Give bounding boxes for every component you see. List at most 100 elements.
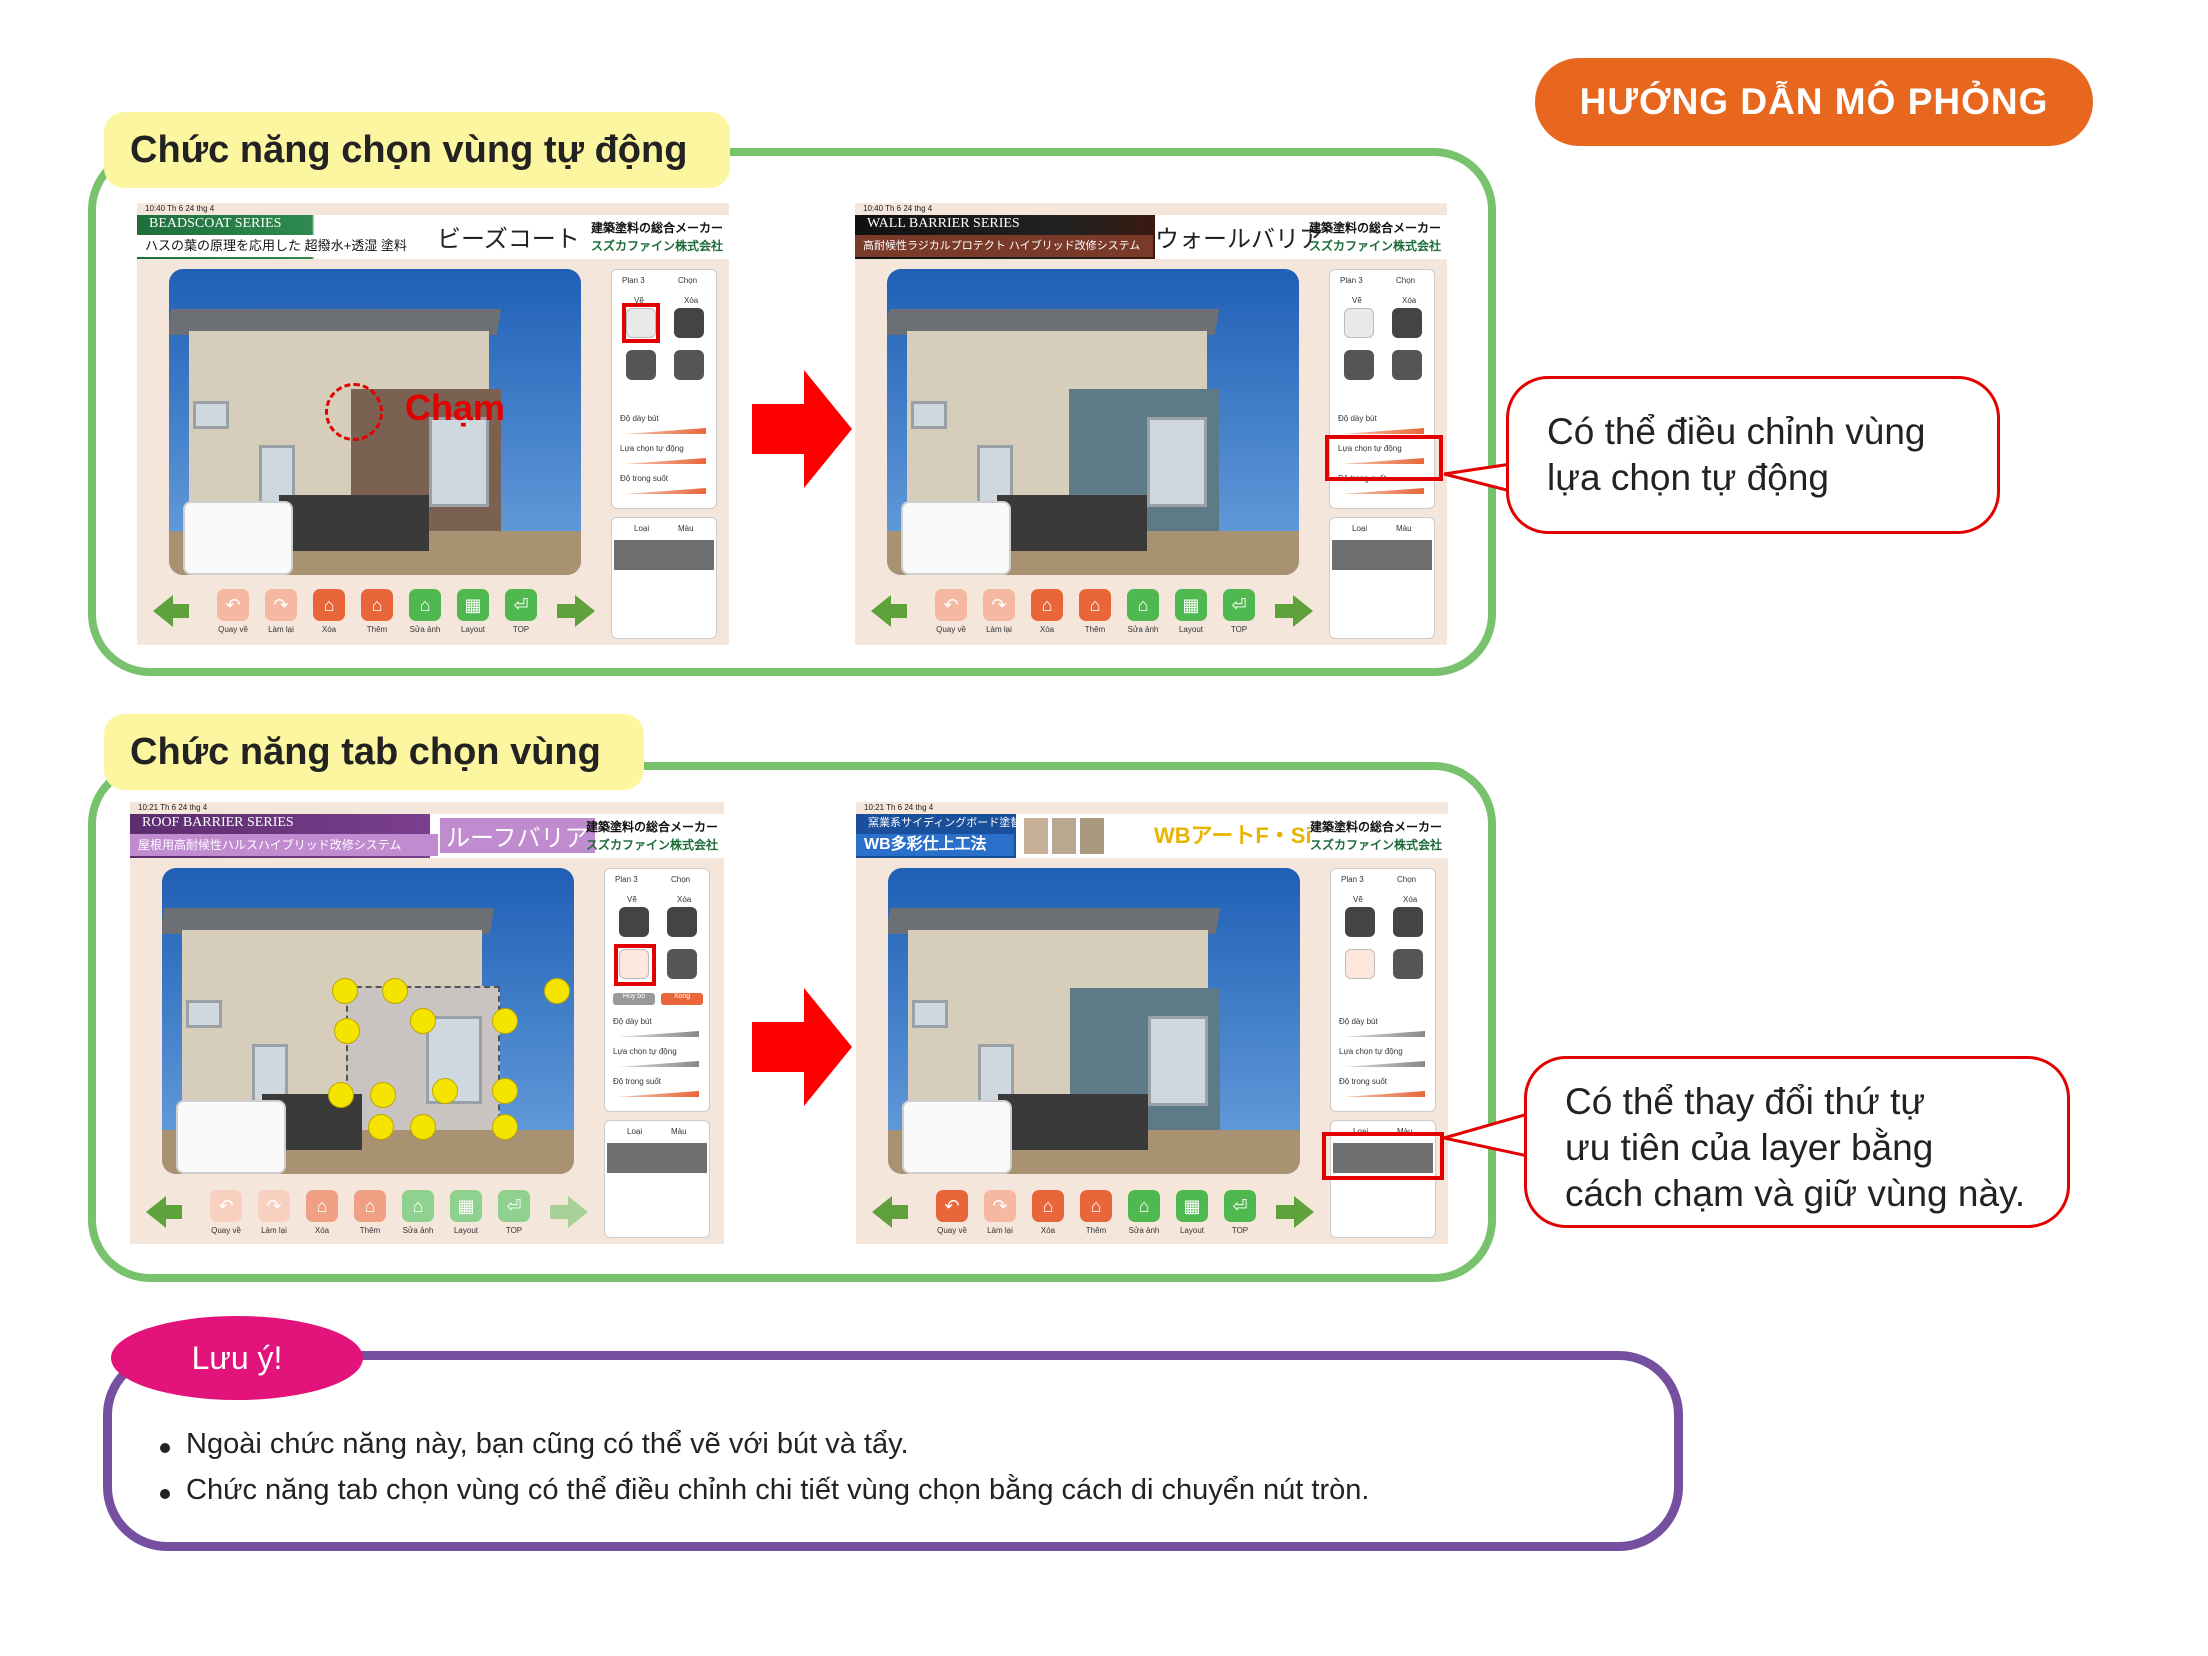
handle-dot[interactable] bbox=[432, 1078, 458, 1104]
handle-dot[interactable] bbox=[332, 978, 358, 1004]
undo-button[interactable]: ↶ bbox=[217, 589, 249, 621]
transparency-slider[interactable] bbox=[624, 488, 706, 494]
next-arrow-icon[interactable] bbox=[1293, 595, 1313, 627]
pen-icon[interactable] bbox=[1345, 907, 1375, 937]
delete-button[interactable]: ⌂ bbox=[1031, 589, 1063, 621]
auto-select-icon[interactable] bbox=[1344, 350, 1374, 380]
status-bar: 10:40 Th 6 24 thg 4 bbox=[145, 204, 215, 213]
eraser-icon[interactable] bbox=[1393, 907, 1423, 937]
section-tab-select-title: Chức năng tab chọn vùng bbox=[104, 714, 644, 790]
redo-button[interactable]: ↷ bbox=[265, 589, 297, 621]
handle-dot[interactable] bbox=[368, 1114, 394, 1140]
edit-photo-button[interactable]: ⌂ bbox=[1128, 1190, 1160, 1222]
tagline: 屋根用高耐候性ハルスハイブリッド改修システム bbox=[130, 834, 438, 856]
pen-thickness-slider[interactable] bbox=[1343, 1031, 1425, 1037]
handle-dot[interactable] bbox=[492, 1008, 518, 1034]
transparency-slider[interactable] bbox=[617, 1091, 699, 1097]
auto-select-icon[interactable] bbox=[1393, 949, 1423, 979]
note-item: Ngoài chức năng này, bạn cũng có thể vẽ … bbox=[186, 1428, 909, 1460]
handle-dot[interactable] bbox=[410, 1008, 436, 1034]
handle-dot[interactable] bbox=[370, 1082, 396, 1108]
eraser-icon[interactable] bbox=[667, 907, 697, 937]
delete-button[interactable]: ⌂ bbox=[306, 1190, 338, 1222]
series-name: WALL BARRIER SERIES bbox=[867, 216, 1020, 231]
transparency-slider[interactable] bbox=[1343, 1091, 1425, 1097]
handle-dot[interactable] bbox=[334, 1018, 360, 1044]
series-name: BEADSCOAT SERIES bbox=[149, 216, 282, 231]
next-arrow-icon[interactable] bbox=[575, 595, 595, 627]
tab-select-icon[interactable] bbox=[1345, 949, 1375, 979]
auto-select-icon[interactable] bbox=[667, 949, 697, 979]
product-banner: WALL BARRIER SERIES 高耐候性ラジカルプロテクト ハイブリッド… bbox=[855, 215, 1447, 259]
prev-arrow-icon[interactable] bbox=[153, 595, 173, 627]
house-photo[interactable] bbox=[888, 868, 1300, 1174]
auto-select-slider[interactable] bbox=[624, 458, 706, 464]
delete-button[interactable]: ⌂ bbox=[1032, 1190, 1064, 1222]
add-button[interactable]: ⌂ bbox=[1080, 1190, 1112, 1222]
product-name: ウォールバリア bbox=[1155, 227, 1323, 253]
pen-icon[interactable] bbox=[619, 907, 649, 937]
auto-select-icon[interactable] bbox=[626, 350, 656, 380]
pen-thickness-slider[interactable] bbox=[624, 428, 706, 434]
auto-select-slider[interactable] bbox=[617, 1061, 699, 1067]
callout-auto-select: Có thể điều chỉnh vùng lựa chọn tự động bbox=[1506, 376, 2000, 534]
undo-button[interactable]: ↶ bbox=[936, 1190, 968, 1222]
product-name: WBアートF・Si bbox=[1154, 823, 1312, 848]
eraser-icon[interactable] bbox=[1392, 308, 1422, 338]
prev-arrow-icon[interactable] bbox=[871, 595, 891, 627]
layer-row[interactable] bbox=[1332, 540, 1432, 570]
cancel-button[interactable]: Hủy bỏ bbox=[613, 993, 655, 1005]
prev-arrow-icon[interactable] bbox=[872, 1196, 892, 1228]
layout-button[interactable]: ▦ bbox=[1175, 589, 1207, 621]
layer-row[interactable] bbox=[614, 540, 714, 570]
pen-thickness-slider[interactable] bbox=[1342, 428, 1424, 434]
pen-thickness-slider[interactable] bbox=[617, 1031, 699, 1037]
edit-photo-button[interactable]: ⌂ bbox=[402, 1190, 434, 1222]
tab-select-icon[interactable] bbox=[674, 350, 704, 380]
handle-dot[interactable] bbox=[492, 1114, 518, 1140]
tab-select-icon[interactable] bbox=[1392, 350, 1422, 380]
add-button[interactable]: ⌂ bbox=[361, 589, 393, 621]
layer-row[interactable] bbox=[607, 1143, 707, 1173]
next-arrow-icon[interactable] bbox=[568, 1196, 588, 1228]
pen-icon[interactable] bbox=[1344, 308, 1374, 338]
add-button[interactable]: ⌂ bbox=[1079, 589, 1111, 621]
top-button[interactable]: ⏎ bbox=[1223, 589, 1255, 621]
handle-dot[interactable] bbox=[492, 1078, 518, 1104]
screenshot-before-auto-select: 10:40 Th 6 24 thg 4 BEADSCOAT SERIES ハスの… bbox=[137, 203, 729, 645]
layout-button[interactable]: ▦ bbox=[450, 1190, 482, 1222]
next-arrow-icon[interactable] bbox=[1294, 1196, 1314, 1228]
series-name: ROOF BARRIER SERIES bbox=[142, 815, 294, 830]
auto-select-slider[interactable] bbox=[1343, 1061, 1425, 1067]
undo-button[interactable]: ↶ bbox=[935, 589, 967, 621]
prev-arrow-icon[interactable] bbox=[146, 1196, 166, 1228]
product-banner: ROOF BARRIER SERIES 屋根用高耐候性ハルスハイブリッド改修シス… bbox=[130, 814, 724, 858]
house-photo[interactable] bbox=[887, 269, 1299, 575]
callout-layer-priority: Có thể thay đổi thứ tự ưu tiên của layer… bbox=[1524, 1056, 2070, 1228]
layout-button[interactable]: ▦ bbox=[457, 589, 489, 621]
undo-button[interactable]: ↶ bbox=[210, 1190, 242, 1222]
handle-dot[interactable] bbox=[382, 978, 408, 1004]
tagline: ハスの葉の原理を応用した 超撥水+透湿 塗料 bbox=[137, 235, 435, 257]
touch-label: Chạm bbox=[405, 387, 506, 428]
redo-button[interactable]: ↷ bbox=[983, 589, 1015, 621]
add-button[interactable]: ⌂ bbox=[354, 1190, 386, 1222]
callout-pointer bbox=[1443, 1112, 1530, 1158]
top-button[interactable]: ⏎ bbox=[498, 1190, 530, 1222]
handle-dot[interactable] bbox=[328, 1082, 354, 1108]
redo-button[interactable]: ↷ bbox=[258, 1190, 290, 1222]
top-button[interactable]: ⏎ bbox=[1224, 1190, 1256, 1222]
delete-button[interactable]: ⌂ bbox=[313, 589, 345, 621]
eraser-icon[interactable] bbox=[674, 308, 704, 338]
screenshot-after-auto-select: 10:40 Th 6 24 thg 4 WALL BARRIER SERIES … bbox=[855, 203, 1447, 645]
done-button[interactable]: Xong bbox=[661, 993, 703, 1005]
layout-button[interactable]: ▦ bbox=[1176, 1190, 1208, 1222]
redo-button[interactable]: ↷ bbox=[984, 1190, 1016, 1222]
handle-dot[interactable] bbox=[410, 1114, 436, 1140]
highlight-pen-tool bbox=[622, 303, 660, 343]
edit-photo-button[interactable]: ⌂ bbox=[409, 589, 441, 621]
edit-photo-button[interactable]: ⌂ bbox=[1127, 589, 1159, 621]
top-button[interactable]: ⏎ bbox=[505, 589, 537, 621]
transparency-slider[interactable] bbox=[1342, 488, 1424, 494]
handle-dot[interactable] bbox=[544, 978, 570, 1004]
